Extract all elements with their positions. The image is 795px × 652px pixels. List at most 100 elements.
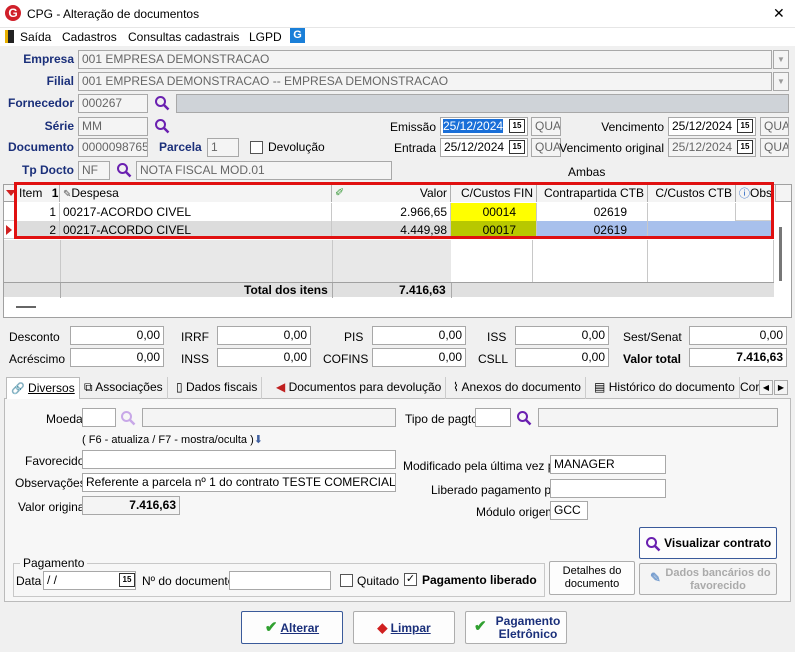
modificado-label: Modificado pela última vez por xyxy=(403,459,566,473)
emissao-weekday: QUA xyxy=(531,117,561,136)
tab-scroll-right-icon[interactable]: ▶ xyxy=(774,380,788,395)
menu-cadastros[interactable]: Cadastros xyxy=(62,30,117,44)
diversos-icon: 🔗 xyxy=(11,383,25,395)
empresa-select[interactable]: 001 EMPRESA DEMONSTRACAO xyxy=(78,50,772,69)
valortotal-field: 7.416,63 xyxy=(689,348,787,367)
acrescimo-label: Acréscimo xyxy=(9,352,66,366)
pagamento-liberado-checkbox[interactable]: ✓ xyxy=(404,573,417,586)
favorecido-field[interactable] xyxy=(82,450,396,469)
tab-historico[interactable]: ▤ Histórico do documento xyxy=(590,377,740,399)
empresa-label: Empresa xyxy=(23,52,74,66)
emissao-date-value: 25/12/2024 xyxy=(443,119,504,133)
pagamento-eletronico-button[interactable]: ✔ Pagamento Eletrônico xyxy=(465,611,567,644)
filial-select[interactable]: 001 EMPRESA DEMONSTRACAO -- EMPRESA DEMO… xyxy=(78,72,772,91)
favorecido-label: Favorecido xyxy=(25,454,85,468)
empresa-dropdown-icon[interactable]: ▼ xyxy=(773,50,789,69)
inss-field[interactable]: 0,00 xyxy=(217,348,311,367)
venc-original-calendar-icon[interactable]: 15 xyxy=(737,140,753,154)
exit-icon xyxy=(5,30,14,43)
ndoc-label: Nº do documento xyxy=(142,574,235,588)
valor-original-label: Valor original xyxy=(18,500,88,514)
tab-scroll-left-icon[interactable]: ◀ xyxy=(759,380,773,395)
menu-saida[interactable]: Saída xyxy=(20,30,51,44)
fornecedor-label: Fornecedor xyxy=(7,96,74,110)
eraser-icon: ◆ xyxy=(377,620,388,635)
tipo-pagto-label: Tipo de pagto xyxy=(405,412,478,426)
filial-dropdown-icon[interactable]: ▼ xyxy=(773,72,789,91)
shortcut-hint: ( F6 - atualiza / F7 - mostra/oculta )⬇ xyxy=(82,434,263,446)
moeda-search-icon[interactable] xyxy=(120,410,136,426)
tipo-pagto-search-icon[interactable] xyxy=(516,410,532,426)
csll-field[interactable]: 0,00 xyxy=(515,348,609,367)
tipo-pagto-field[interactable] xyxy=(475,408,511,427)
cofins-label: COFINS xyxy=(323,352,369,366)
sest-field[interactable]: 0,00 xyxy=(689,326,787,345)
quitado-checkbox[interactable] xyxy=(340,574,353,587)
tpdocto-desc: NOTA FISCAL MOD.01 xyxy=(136,161,392,180)
vencimento-calendar-icon[interactable]: 15 xyxy=(737,119,753,133)
parcela-field[interactable]: 1 xyxy=(207,138,239,157)
devolucao-checkbox[interactable] xyxy=(250,141,263,154)
grid-total-row: Total dos itens 7.416,63 xyxy=(4,282,774,298)
highlight-frame xyxy=(14,182,774,239)
associacoes-icon: ⧉ xyxy=(84,380,93,394)
fornecedor-name-field xyxy=(176,94,789,113)
visualizar-contrato-button[interactable]: Visualizar contrato xyxy=(639,527,777,559)
pagamento-calendar-icon[interactable]: 15 xyxy=(119,573,135,587)
pagamento-liberado-label: Pagamento liberado xyxy=(422,573,537,587)
tpdocto-search-icon[interactable] xyxy=(116,162,132,178)
menu-consultas[interactable]: Consultas cadastrais xyxy=(128,30,239,44)
venc-original-weekday: QUA xyxy=(760,138,789,157)
ndoc-field[interactable] xyxy=(229,571,331,590)
fornecedor-code[interactable]: 000267 xyxy=(78,94,148,113)
pis-field[interactable]: 0,00 xyxy=(372,326,466,345)
dados-bancarios-button: ✎ Dados bancários do favorecido xyxy=(639,563,777,595)
row-pointer-icon xyxy=(6,225,12,235)
entrada-calendar-icon[interactable]: 15 xyxy=(509,140,525,154)
title-bar: G CPG - Alteração de documentos ✕ xyxy=(0,0,795,28)
window-title: CPG - Alteração de documentos xyxy=(27,7,200,21)
documento-label: Documento xyxy=(8,140,74,154)
liberado-field xyxy=(550,479,666,498)
total-label: Total dos itens xyxy=(244,283,328,297)
book-icon: ▯ xyxy=(176,380,183,394)
observacoes-field[interactable]: Referente a parcela nº 1 do contrato TES… xyxy=(82,473,396,492)
grid-hscroll[interactable] xyxy=(16,306,36,308)
inss-label: INSS xyxy=(181,352,210,366)
tab-associacoes[interactable]: ⧉ Associações xyxy=(80,377,168,399)
grid-vscroll[interactable] xyxy=(779,227,782,281)
irrf-label: IRRF xyxy=(181,330,209,344)
serie-search-icon[interactable] xyxy=(154,118,170,134)
tpdocto-code[interactable]: NF xyxy=(78,161,110,180)
modulo-field: GCC xyxy=(550,501,588,520)
fornecedor-search-icon[interactable] xyxy=(154,95,170,111)
venc-original-label: Vencimento original xyxy=(559,141,664,155)
help-icon[interactable]: G xyxy=(290,28,305,43)
moeda-field[interactable] xyxy=(82,408,116,427)
serie-field[interactable]: MM xyxy=(78,117,148,136)
emissao-calendar-icon[interactable]: 15 xyxy=(509,119,525,133)
pencil-icon: ✎ xyxy=(650,570,661,585)
cofins-field[interactable]: 0,00 xyxy=(372,348,466,367)
modulo-label: Módulo origem xyxy=(476,505,556,519)
tpdocto-label: Tp Docto xyxy=(22,163,74,177)
acrescimo-field[interactable]: 0,00 xyxy=(70,348,164,367)
close-icon[interactable]: ✕ xyxy=(773,6,785,20)
tab-diversos[interactable]: 🔗 Diversos xyxy=(6,377,80,400)
detalhes-documento-button[interactable]: Detalhes do documento xyxy=(549,561,635,595)
desconto-field[interactable]: 0,00 xyxy=(70,326,164,345)
check-icon: ✔ xyxy=(264,619,278,636)
documento-field[interactable]: 0000098765 xyxy=(78,138,148,157)
alterar-button[interactable]: ✔ Alterar xyxy=(241,611,343,644)
total-value: 7.416,63 xyxy=(399,283,446,297)
filial-label: Filial xyxy=(46,74,74,88)
iss-field[interactable]: 0,00 xyxy=(515,326,609,345)
tab-documentos-devolucao[interactable]: ◀ Documentos para devolução xyxy=(272,377,447,399)
menu-lgpd[interactable]: LGPD xyxy=(249,30,282,44)
tab-anexos[interactable]: ⌇ Anexos do documento xyxy=(449,377,586,399)
irrf-field[interactable]: 0,00 xyxy=(217,326,311,345)
tab-dados-fiscais[interactable]: ▯ Dados fiscais xyxy=(172,377,263,399)
iss-label: ISS xyxy=(487,330,507,344)
pagamento-group-label: Pagamento xyxy=(20,556,88,570)
limpar-button[interactable]: ◆ Limpar xyxy=(353,611,455,644)
